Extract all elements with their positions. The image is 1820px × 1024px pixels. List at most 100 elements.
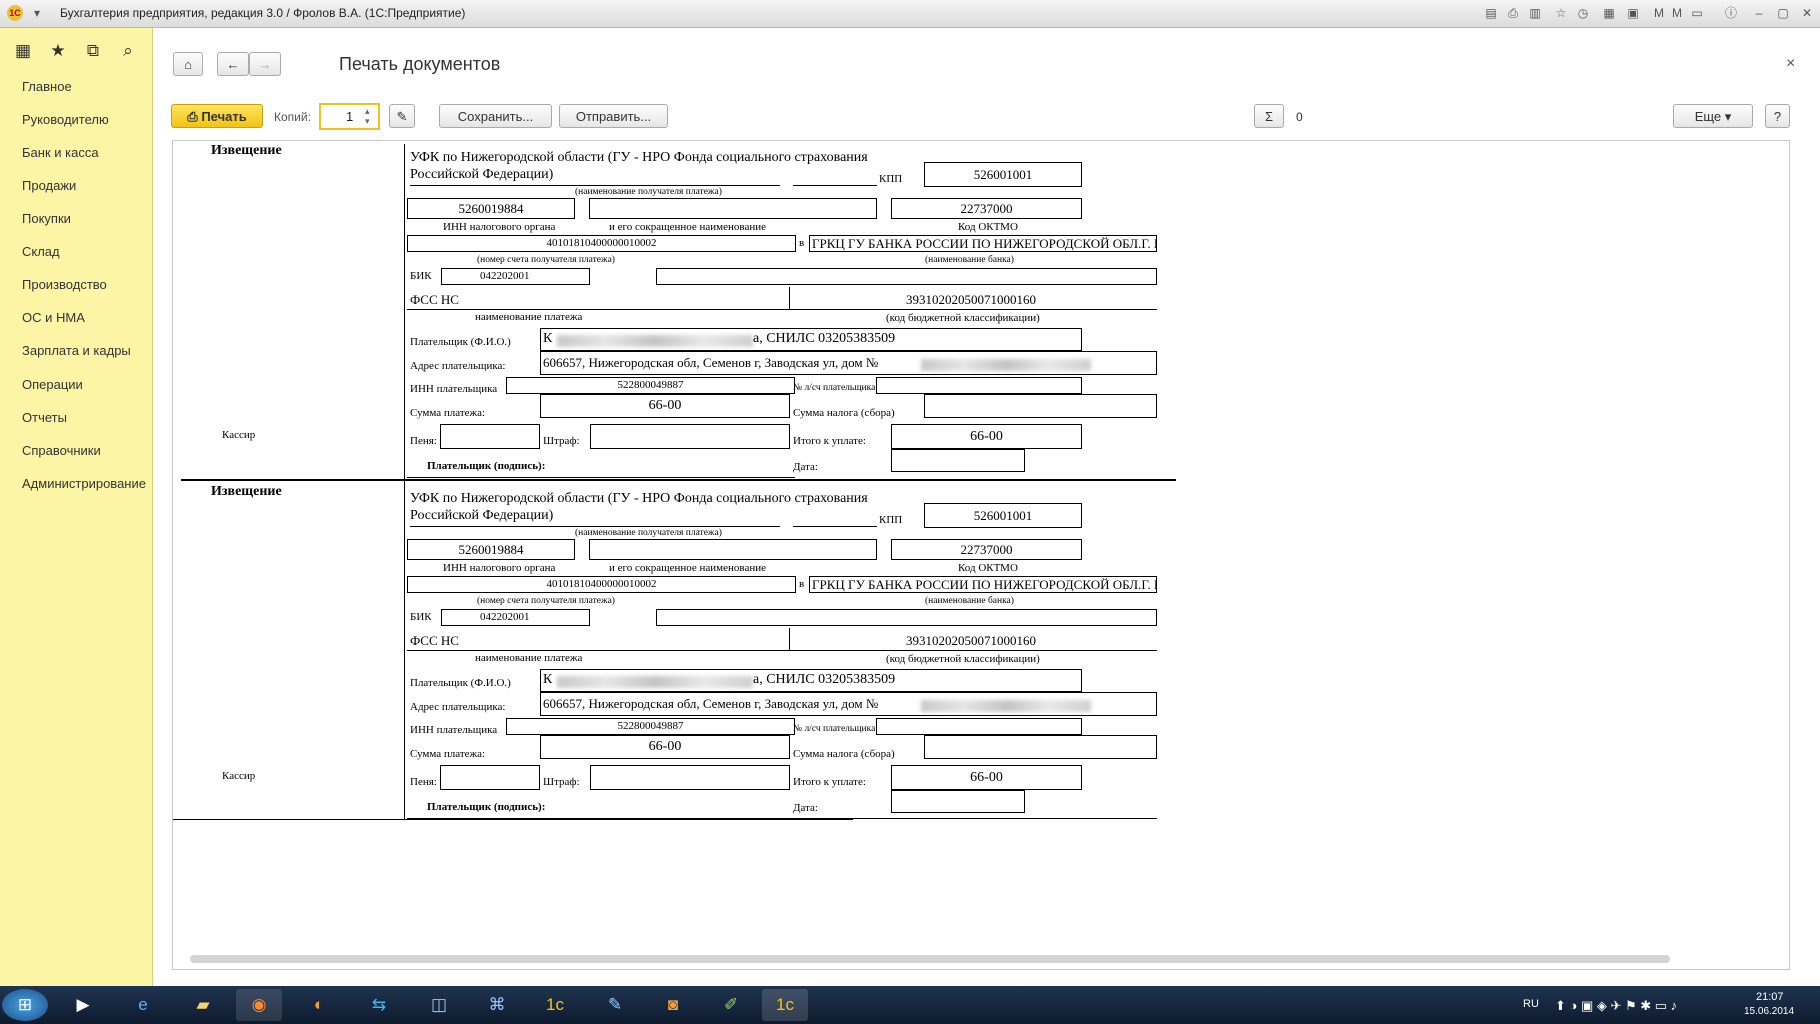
address-label-2: Адрес плательщика: [410,701,506,713]
minimize-icon[interactable]: – [1752,6,1766,20]
home-button[interactable]: ⌂ [173,52,203,76]
close-form-icon[interactable]: × [1786,55,1795,73]
onec-app-icon[interactable]: 1c [532,989,578,1021]
close-window-icon[interactable]: ✕ [1800,6,1814,20]
copies-stepper-icon[interactable]: ▴ ▾ [365,106,370,126]
menu-dropdown-icon[interactable]: ▾ [30,6,44,20]
sum-button[interactable]: Σ [1254,104,1284,128]
acrobat-icon[interactable]: ◐ [296,989,342,1021]
sitemap-icon[interactable]: ⌘ [474,989,520,1021]
kassir-title: Кассир [222,429,256,441]
office-icon[interactable]: ◙ [650,989,696,1021]
clock-date[interactable]: 15.06.2014 [1744,1006,1794,1017]
sidebar-item-bank-kassa[interactable]: Банк и касса [22,145,99,160]
edit-document-button[interactable]: ✎ [389,104,415,128]
onec-active-icon[interactable]: 1c [762,989,808,1021]
explorer-folder-icon[interactable]: ▰ [180,989,226,1021]
recipient-name-line1-2: УФК по Нижегородской области (ГУ - НРО Ф… [410,491,868,506]
print-icon[interactable]: ⎙ [1506,6,1520,20]
address-field-2: 606657, Нижегородская обл, Семенов г, За… [540,692,1157,716]
kassir-title-2: Кассир [222,770,256,782]
printer-icon: ⎙ [187,109,202,124]
media-player-icon[interactable]: ▶ [60,989,106,1021]
teamviewer-icon[interactable]: ⇆ [356,989,402,1021]
tool-icon[interactable]: ✎ [592,989,638,1021]
save-button[interactable]: Сохранить... [439,104,552,128]
memory-m-icon[interactable]: M [1652,6,1666,20]
date-label-2: Дата: [793,802,818,814]
page-title: Печать документов [339,54,501,74]
blurred-payer-name [557,676,753,688]
payer-inn-label-2: ИНН плательщика [410,724,498,736]
address-field: 606657, Нижегородская обл, Семенов г, За… [540,351,1157,375]
total-value-2: 66-00 [891,765,1082,790]
bik-value-2: 042202001 [441,609,590,626]
info-icon[interactable]: ⓘ [1724,6,1738,20]
kpp-label: КПП [879,173,903,185]
payment-name-caption-2: наименование платежа [475,652,583,664]
document-preview[interactable]: Извещение УФК по Нижегородской области (… [172,140,1790,970]
kbk-value: 39310202050071000160 [906,292,1036,307]
kpp-value-2: 526001001 [924,503,1082,528]
apps-grid-icon[interactable]: ▦ [12,40,34,62]
sidebar-item-glavnoe[interactable]: Главное [22,79,72,94]
back-button[interactable]: ← [217,52,249,76]
payment-name-value: ФСС НС [410,292,459,307]
bank-value: ГРКЦ ГУ БАНКА РОССИИ ПО НИЖЕГОРОДСКОЙ ОБ… [809,235,1157,252]
sidebar-item-operacii[interactable]: Операции [22,377,83,392]
network-icon[interactable]: ◫ [416,989,462,1021]
print-button[interactable]: ⎙ Печать [171,104,263,128]
date-label: Дата: [793,461,818,473]
save-icon[interactable]: ▤ [1484,6,1498,20]
kbk-caption-2: (код бюджетной классификации) [886,653,1040,665]
sidebar-item-prodazhi[interactable]: Продажи [22,178,76,193]
signature-label-2: Плательщик (подпись): [427,801,546,813]
favorite-icon[interactable]: ☆ [1554,6,1568,20]
window-title-bar: 1С ▾ Бухгалтерия предприятия, редакция 3… [0,0,1820,28]
ie-browser-icon[interactable]: e [120,989,166,1021]
recipient-caption-2: (наименование получателя платежа) [575,528,722,538]
forward-button[interactable]: → [249,52,281,76]
sidebar-item-administrirovanie[interactable]: Администрирование [22,476,146,491]
memory-plus-icon[interactable]: M [1670,6,1684,20]
horizontal-scrollbar[interactable] [190,955,1670,963]
sidebar-item-zarplata[interactable]: Зарплата и кадры [22,343,131,358]
start-button-icon[interactable]: ⊞ [2,989,48,1021]
search-icon[interactable]: ⌕ [117,40,139,62]
language-indicator[interactable]: RU [1523,998,1539,1010]
firefox-icon[interactable]: ◉ [236,989,282,1021]
calculator-icon[interactable]: ▣ [1626,6,1640,20]
recipient-name-line1: УФК по Нижегородской области (ГУ - НРО Ф… [410,150,868,165]
v-label-2: в [799,578,805,590]
sidebar-item-sklad[interactable]: Склад [22,244,60,259]
sidebar-item-proizvodstvo[interactable]: Производство [22,277,107,292]
sidebar-item-rukovoditelyu[interactable]: Руководителю [22,112,109,127]
window-title: Бухгалтерия предприятия, редакция 3.0 / … [60,6,466,20]
sidebar-item-pokupki[interactable]: Покупки [22,211,71,226]
short-name-caption: и его сокращенное наименование [609,221,766,233]
tray-icons[interactable]: ⬆ ◑ ▣ ◈ ✈ ⚑ ✱ ▭ ♪ [1555,998,1677,1014]
oktmo-caption: Код ОКТМО [958,221,1018,233]
send-button[interactable]: Отправить... [559,104,668,128]
bank-caption: (наименование банка) [925,255,1014,265]
calendar-icon[interactable]: ▦ [1602,6,1616,20]
sidebar-item-os-nma[interactable]: ОС и НМА [22,310,85,325]
app-logo-icon[interactable]: 1С [7,5,23,21]
more-button[interactable]: Еще ▾ [1673,104,1753,128]
clock-time[interactable]: 21:07 [1756,991,1784,1003]
tax-label: Сумма налога (сбора) [793,407,895,419]
help-button[interactable]: ? [1765,104,1790,128]
history-icon[interactable]: ◷ [1576,6,1590,20]
preview-icon[interactable]: ▥ [1528,6,1542,20]
sidebar-item-spravochniki[interactable]: Справочники [22,443,101,458]
screen-icon[interactable]: ▭ [1690,6,1704,20]
chevron-down-icon: ▾ [1724,109,1732,124]
favorites-star-icon[interactable]: ★ [47,40,69,62]
inn-caption: ИНН налогового органа [443,221,556,233]
payment-name-value-2: ФСС НС [410,633,459,648]
sidebar-item-otchety[interactable]: Отчеты [22,410,67,425]
copies-input[interactable]: 1 ▴ ▾ [319,103,380,130]
maximize-icon[interactable]: ▢ [1776,6,1790,20]
notes-icon[interactable]: ✐ [708,989,754,1021]
history-icon[interactable]: ⧉ [82,40,104,62]
